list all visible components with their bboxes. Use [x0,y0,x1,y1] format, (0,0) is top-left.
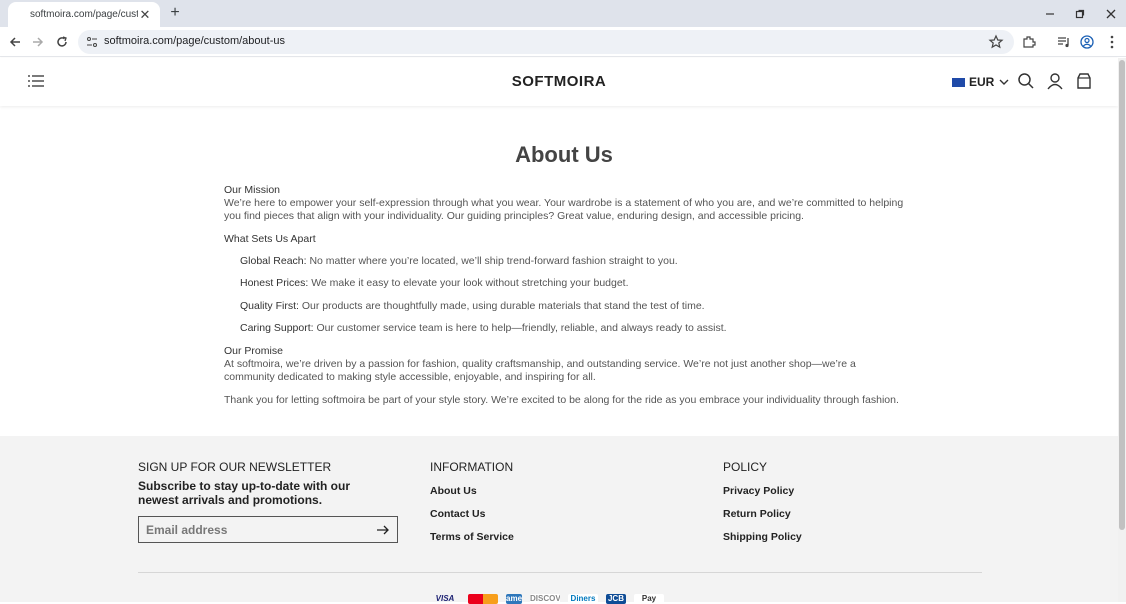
back-icon[interactable] [5,32,25,52]
bookmark-star-icon[interactable] [988,34,1004,50]
newsletter-form [138,516,398,543]
footer-divider [138,572,982,573]
page-title: About Us [515,142,613,167]
diners-icon: Diners [568,594,598,604]
mission-text: We’re here to empower your self-expressi… [224,197,904,222]
eu-flag-icon [952,77,965,87]
tab-title: softmoira.com/page/custom/about-us [30,9,138,20]
scrollbar-thumb[interactable] [1119,60,1125,530]
browser-tab[interactable]: softmoira.com/page/custom/about-us ✕ [8,2,160,27]
subscribe-arrow-icon[interactable] [375,522,391,538]
information-title: INFORMATION [430,460,514,474]
amex-icon: amex [506,594,522,604]
footer-link-contact-us[interactable]: Contact Us [430,508,485,520]
account-icon[interactable] [1046,72,1064,90]
minimize-icon[interactable] [1035,0,1065,27]
policy-title: POLICY [723,460,768,474]
extensions-icon[interactable] [1019,32,1039,52]
thanks-text: Thank you for letting softmoira be part … [224,394,899,406]
list-item: Global Reach: No matter where you’re loc… [240,255,678,267]
list-item: Quality First: Our products are thoughtf… [240,300,705,312]
search-icon[interactable] [1017,72,1035,90]
currency-selector[interactable]: EUR [952,74,1009,90]
url-text: softmoira.com/page/custom/about-us [104,35,285,47]
payment-methods: VISA mastercard amex DISCOVER Diners JCB… [430,594,664,604]
footer-link-terms[interactable]: Terms of Service [430,531,514,543]
address-bar[interactable]: softmoira.com/page/custom/about-us [78,30,1014,54]
reload-icon[interactable] [52,32,72,52]
restore-icon[interactable] [1065,0,1095,27]
footer-link-privacy[interactable]: Privacy Policy [723,485,794,497]
tab-close-icon[interactable]: ✕ [138,7,152,23]
apart-heading: What Sets Us Apart [224,233,316,245]
visa-icon: VISA [435,594,455,603]
mastercard-icon: mastercard [468,594,498,604]
footer-link-about-us[interactable]: About Us [430,485,477,497]
site-logo[interactable]: SOFTMOIRA [0,73,1118,90]
new-tab-icon[interactable]: + [166,3,184,23]
promise-text: At softmoira, we’re driven by a passion … [224,358,856,383]
site-info-icon[interactable] [85,35,99,49]
footer-link-return[interactable]: Return Policy [723,508,791,520]
page-scrollbar[interactable] [1118,58,1126,602]
site-footer: SIGN UP FOR OUR NEWSLETTER Subscribe to … [0,436,1118,604]
mission-heading: Our Mission [224,184,281,196]
promise-heading: Our Promise [224,345,283,357]
cart-bag-icon[interactable] [1075,72,1093,90]
newsletter-title: SIGN UP FOR OUR NEWSLETTER [138,460,332,474]
jcb-icon: JCB [606,594,626,604]
close-window-icon[interactable] [1096,0,1126,27]
chevron-down-icon [999,79,1009,85]
newsletter-subtitle: Subscribe to stay up-to-date with our ne… [138,479,351,507]
email-field[interactable] [146,521,366,539]
discover-icon: DISCOVER [530,594,560,604]
footer-link-shipping[interactable]: Shipping Policy [723,531,802,543]
currency-label: EUR [969,75,995,89]
browser-menu-icon[interactable] [1102,32,1122,52]
media-controls-icon[interactable] [1054,32,1074,52]
forward-icon[interactable] [28,32,48,52]
pay-icon: Pay [634,594,664,604]
site-header: SOFTMOIRA EUR [0,58,1118,106]
browser-toolbar: softmoira.com/page/custom/about-us [0,27,1126,57]
list-item: Caring Support: Our customer service tea… [240,322,727,334]
browser-tab-bar: softmoira.com/page/custom/about-us ✕ + [0,0,1126,27]
profile-icon[interactable] [1077,32,1097,52]
list-item: Honest Prices: We make it easy to elevat… [240,277,629,289]
